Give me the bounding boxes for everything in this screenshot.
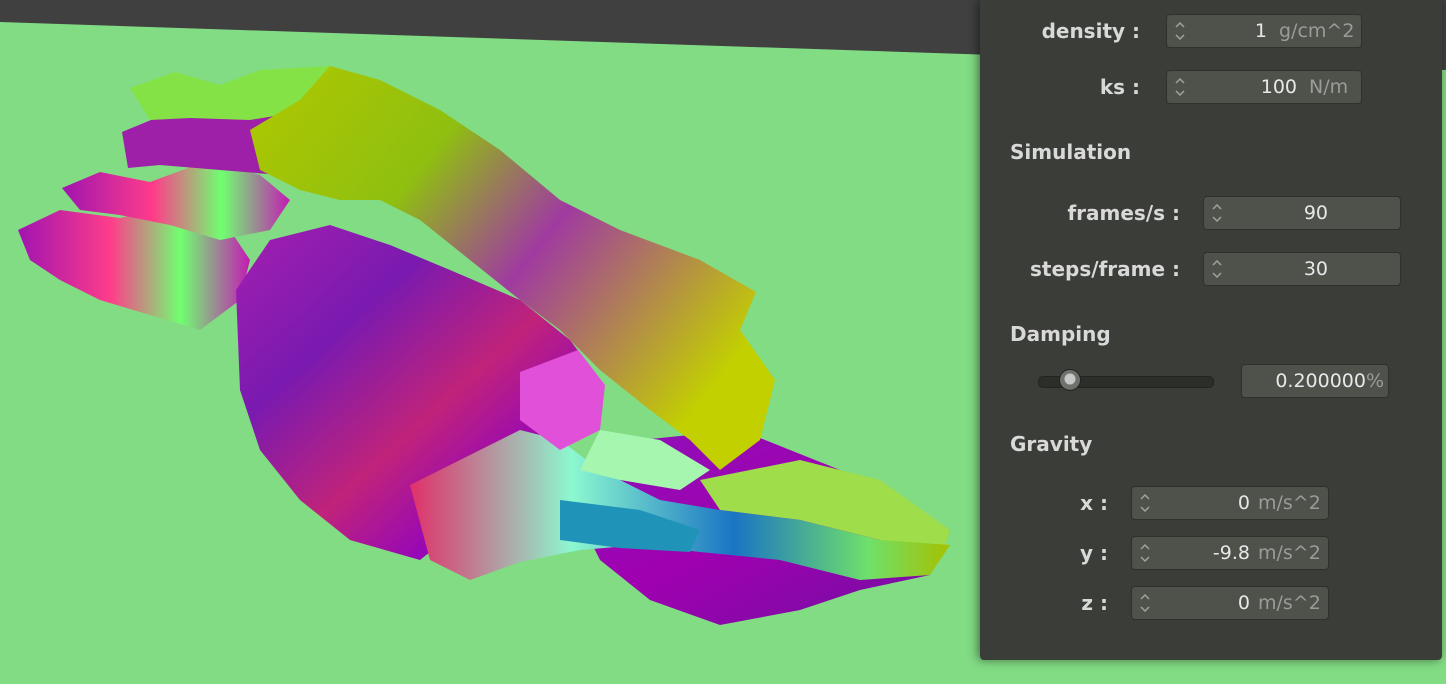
gravity-y-spinbox[interactable]: -9.8 m/s^2 <box>1131 536 1329 570</box>
gravity-y-unit: m/s^2 <box>1258 542 1321 564</box>
frames-spinbox[interactable]: 90 <box>1203 196 1401 230</box>
density-value[interactable]: 1 <box>1255 15 1267 47</box>
ks-spinbox[interactable]: 100 N/m <box>1166 70 1362 104</box>
steps-spinbox[interactable]: 30 <box>1203 252 1401 286</box>
damping-value[interactable]: 0.200000 <box>1275 365 1366 397</box>
frames-label: frames/s : <box>1067 201 1180 225</box>
gravity-y-value[interactable]: -9.8 <box>1213 537 1250 569</box>
spin-arrows-icon[interactable] <box>1173 74 1187 100</box>
density-label: density : <box>1041 19 1140 43</box>
gravity-x-unit: m/s^2 <box>1258 492 1321 514</box>
steps-value[interactable]: 30 <box>1304 253 1328 285</box>
spin-arrows-icon[interactable] <box>1210 200 1224 226</box>
spin-arrows-icon[interactable] <box>1138 490 1152 516</box>
ks-unit: N/m <box>1309 76 1349 98</box>
gravity-z-value[interactable]: 0 <box>1238 587 1250 619</box>
spin-arrows-icon[interactable] <box>1173 18 1187 44</box>
gravity-z-label: z : <box>1081 591 1108 615</box>
damping-title: Damping <box>1010 322 1111 346</box>
gravity-y-label: y : <box>1080 541 1108 565</box>
simulation-title: Simulation <box>1010 140 1132 164</box>
frames-value[interactable]: 90 <box>1304 197 1328 229</box>
spin-arrows-icon[interactable] <box>1138 590 1152 616</box>
gravity-x-value[interactable]: 0 <box>1238 487 1250 519</box>
gravity-x-label: x : <box>1080 491 1108 515</box>
gravity-title: Gravity <box>1010 432 1093 456</box>
damping-field[interactable]: 0.200000 % <box>1241 364 1389 398</box>
ks-label: ks : <box>1099 75 1140 99</box>
density-spinbox[interactable]: 1 g/cm^2 <box>1166 14 1362 48</box>
steps-label: steps/frame : <box>1030 257 1180 281</box>
damping-unit: % <box>1365 370 1384 392</box>
gravity-z-unit: m/s^2 <box>1258 592 1321 614</box>
ks-value[interactable]: 100 <box>1261 71 1297 103</box>
density-unit: g/cm^2 <box>1279 20 1355 42</box>
spin-arrows-icon[interactable] <box>1210 256 1224 282</box>
gravity-z-spinbox[interactable]: 0 m/s^2 <box>1131 586 1329 620</box>
gravity-x-spinbox[interactable]: 0 m/s^2 <box>1131 486 1329 520</box>
spin-arrows-icon[interactable] <box>1138 540 1152 566</box>
parameters-panel: density : 1 g/cm^2 ks : 100 N/m Simulati… <box>980 0 1442 660</box>
